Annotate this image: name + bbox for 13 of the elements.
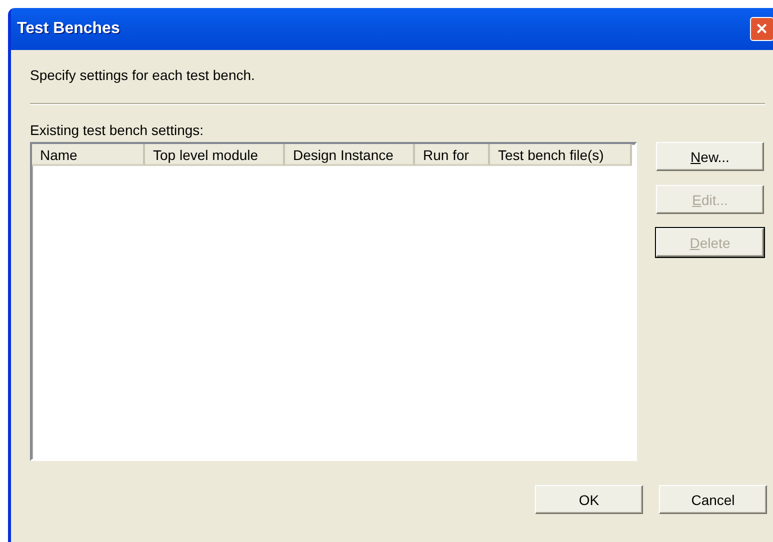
- list-label: Existing test bench settings:: [30, 122, 205, 140]
- instruction-text: Specify settings for each test bench.: [30, 67, 256, 85]
- dialog-button[interactable]: Cancel: [659, 485, 767, 514]
- window-title: Test Benches: [17, 20, 120, 38]
- column-header[interactable]: Name: [32, 144, 145, 166]
- close-button[interactable]: ✕: [750, 17, 773, 41]
- column-header[interactable]: Run for: [415, 144, 490, 166]
- action-button[interactable]: New...: [656, 142, 764, 171]
- dialog-button[interactable]: OK: [535, 485, 643, 514]
- column-header[interactable]: Test bench file(s): [490, 144, 632, 166]
- column-header[interactable]: Design Instance: [285, 144, 415, 166]
- column-header[interactable]: Top level module: [145, 144, 285, 166]
- settings-list[interactable]: Name Top level module Design Instance Run for Test bench file(s): [30, 142, 637, 461]
